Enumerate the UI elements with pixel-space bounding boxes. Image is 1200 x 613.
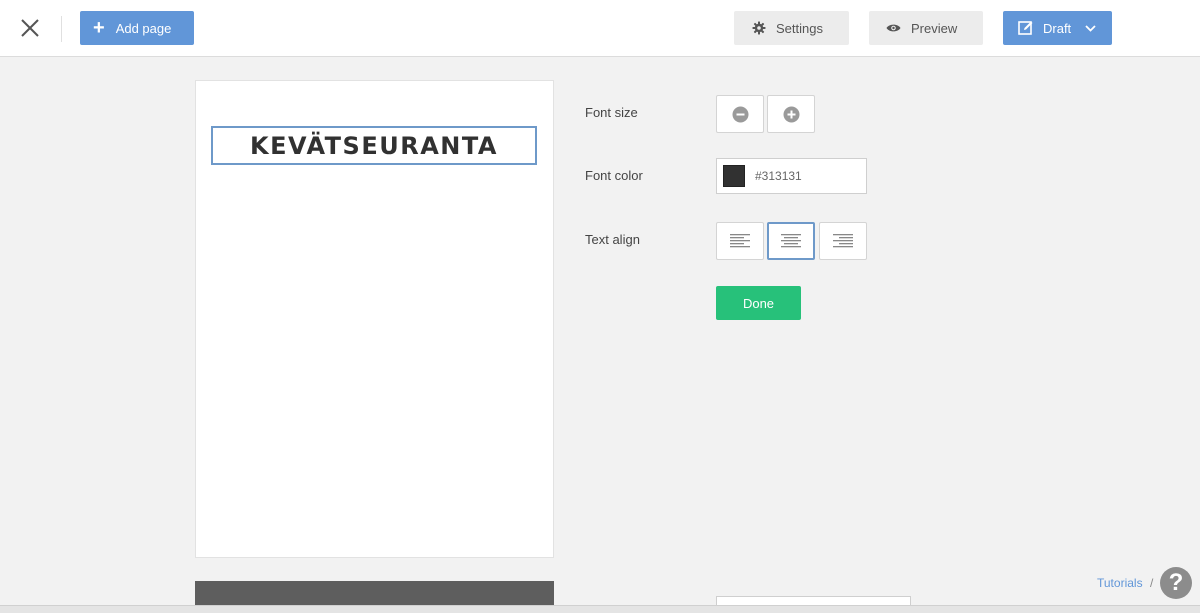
increase-font-size-button[interactable] (767, 95, 815, 133)
font-color-value: #313131 (755, 169, 802, 183)
add-page-button[interactable]: + Add page (80, 11, 194, 45)
add-page-label: Add page (115, 20, 172, 36)
tutorials-link[interactable]: Tutorials (1097, 576, 1143, 590)
color-swatch (723, 165, 745, 187)
top-toolbar: + Add page Settings Preview Draft (0, 0, 1200, 57)
done-button[interactable]: Done (716, 286, 801, 320)
font-size-label: Font size (585, 105, 638, 120)
align-right-icon (833, 234, 853, 248)
link-separator: / (1150, 576, 1154, 590)
settings-button[interactable]: Settings (734, 11, 849, 45)
toolbar-divider (61, 16, 62, 42)
close-button[interactable] (14, 13, 46, 43)
question-mark-icon: ? (1168, 569, 1184, 596)
plus-icon: + (93, 17, 105, 39)
plus-circle-icon (783, 106, 799, 122)
font-color-label: Font color (585, 168, 643, 183)
align-center-button[interactable] (767, 222, 815, 260)
draft-label: Draft (1043, 20, 1072, 36)
help-button[interactable]: ? (1160, 567, 1192, 599)
preview-button[interactable]: Preview (869, 11, 983, 45)
decrease-font-size-button[interactable] (716, 95, 764, 133)
preview-label: Preview (911, 20, 958, 36)
align-left-icon (730, 234, 750, 248)
minus-circle-icon (732, 106, 748, 122)
align-center-icon (781, 234, 801, 248)
align-left-button[interactable] (716, 222, 764, 260)
font-color-picker[interactable]: #313131 (716, 158, 867, 194)
draft-dropdown-button[interactable]: Draft (1003, 11, 1112, 45)
eye-icon (886, 24, 901, 32)
chevron-down-icon (1085, 24, 1096, 32)
gear-icon (752, 21, 766, 35)
title-text: KEVÄTSEURANTA (250, 131, 498, 160)
edit-icon (1018, 21, 1033, 35)
title-text-block[interactable]: KEVÄTSEURANTA (211, 126, 537, 165)
bottom-scroll-strip (0, 605, 1200, 613)
align-right-button[interactable] (819, 222, 867, 260)
settings-label: Settings (776, 20, 823, 36)
close-icon (21, 19, 39, 37)
text-align-label: Text align (585, 232, 640, 247)
